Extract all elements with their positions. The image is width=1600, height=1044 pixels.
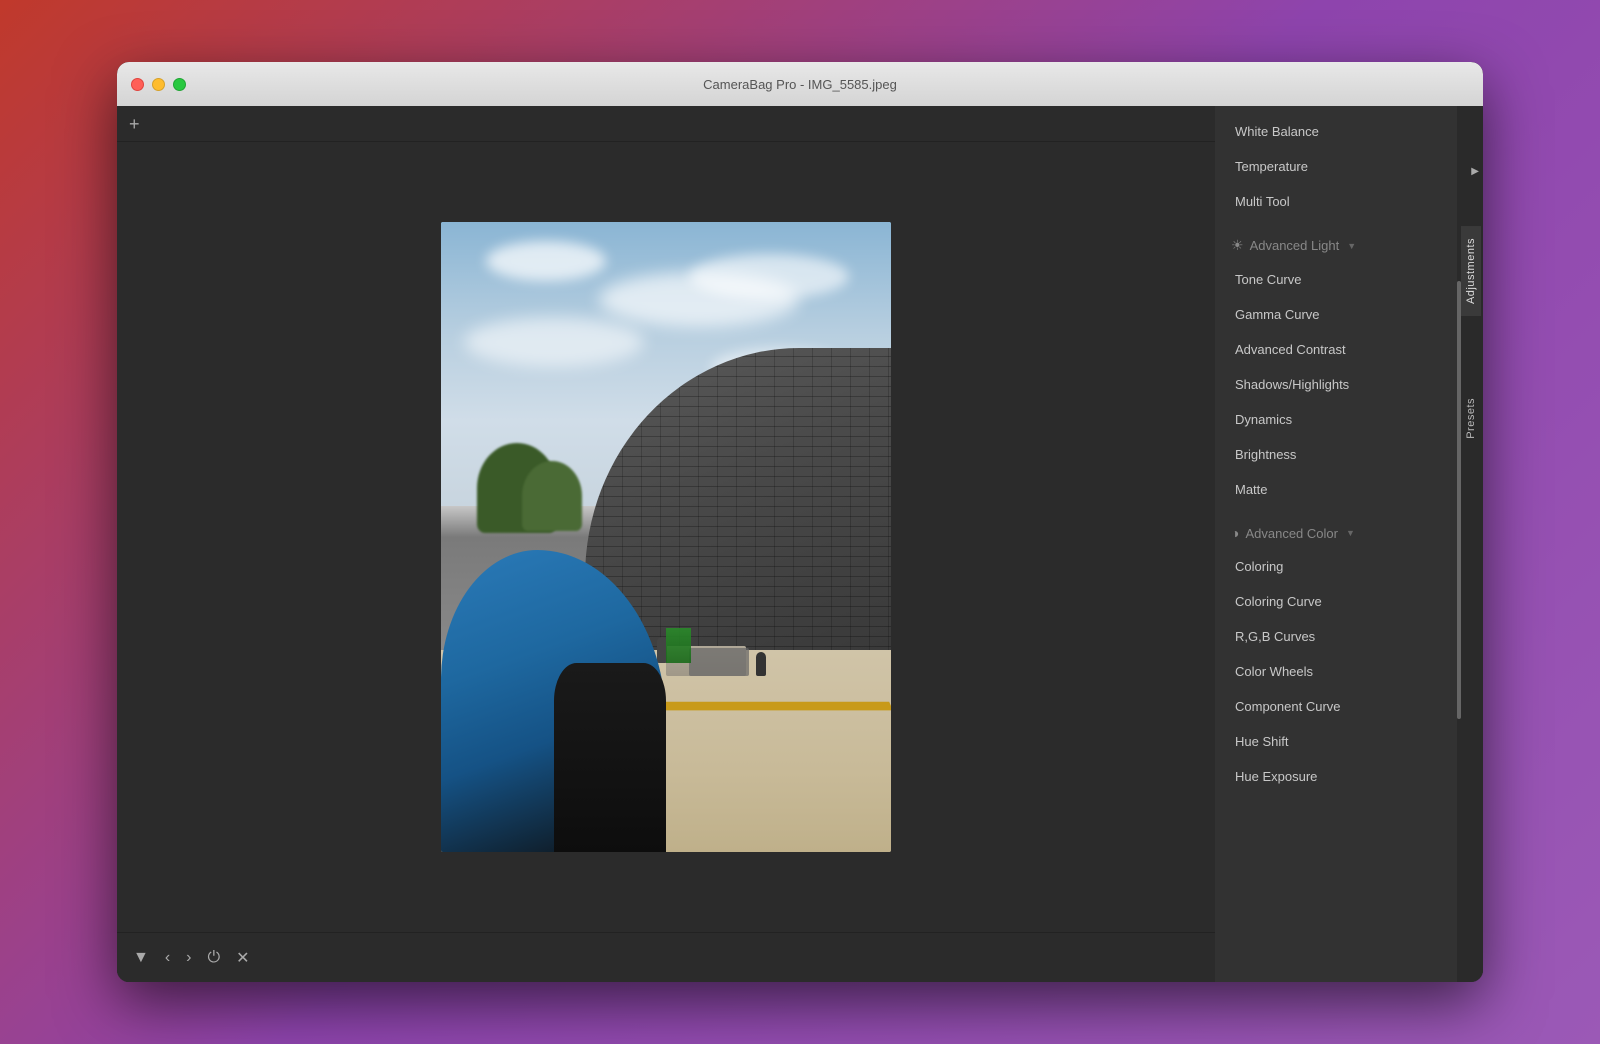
section-header-advanced-color[interactable]: ◑ Advanced Color ▼ <box>1215 513 1461 549</box>
canvas-toolbar-bottom: ▼ ‹ › ⏻ ✕ <box>117 932 1215 982</box>
menu-item-dynamics[interactable]: Dynamics <box>1215 402 1461 437</box>
canvas-area: + <box>117 106 1215 982</box>
main-content: + <box>117 106 1483 982</box>
photo-image <box>441 222 891 852</box>
tab-adjustments[interactable]: Adjustments <box>1461 226 1481 316</box>
menu-item-component-curve[interactable]: Component Curve <box>1215 689 1461 724</box>
backpack <box>554 663 667 852</box>
prev-button[interactable]: ‹ <box>165 949 170 967</box>
color-wheel-icon: ◑ <box>1231 525 1239 541</box>
tree-2 <box>522 461 582 531</box>
canvas-toolbar-top: + <box>117 106 1215 142</box>
next-button[interactable]: › <box>186 949 191 967</box>
menu-item-tone-curve[interactable]: Tone Curve <box>1215 262 1461 297</box>
menu-item-matte[interactable]: Matte <box>1215 472 1461 507</box>
menu-item-brightness[interactable]: Brightness <box>1215 437 1461 472</box>
dropdown-button[interactable]: ▼ <box>133 949 149 967</box>
chevron-down-icon-color: ▼ <box>1346 528 1355 538</box>
traffic-lights <box>131 78 186 91</box>
cloud-3 <box>689 254 849 299</box>
minimize-button[interactable] <box>152 78 165 91</box>
menu-item-shadows-highlights[interactable]: Shadows/Highlights <box>1215 367 1461 402</box>
green-accent <box>666 628 691 663</box>
power-button[interactable]: ⏻ <box>208 949 221 967</box>
close-canvas-button[interactable]: ✕ <box>236 948 249 968</box>
menu-item-advanced-contrast[interactable]: Advanced Contrast <box>1215 332 1461 367</box>
tab-presets[interactable]: Presets <box>1461 386 1481 451</box>
right-panel-tabs: ▶ Adjustments Presets <box>1461 106 1483 982</box>
app-window: CameraBag Pro - IMG_5585.jpeg + <box>117 62 1483 982</box>
section-header-advanced-light[interactable]: ☀ Advanced Light ▼ <box>1215 225 1461 262</box>
menu-item-hue-exposure[interactable]: Hue Exposure <box>1215 759 1461 794</box>
right-panel: White Balance Temperature Multi Tool ☀ A… <box>1215 106 1483 982</box>
menu-item-coloring[interactable]: Coloring <box>1215 549 1461 584</box>
cloud-1 <box>486 241 606 281</box>
menu-item-color-wheels[interactable]: Color Wheels <box>1215 654 1461 689</box>
canvas-view <box>117 142 1215 932</box>
photo-container <box>441 222 891 852</box>
sun-icon: ☀ <box>1231 237 1244 254</box>
menu-item-rgb-curves[interactable]: R,G,B Curves <box>1215 619 1461 654</box>
bikes <box>689 648 749 676</box>
tab-arrow[interactable]: ▶ <box>1471 166 1479 177</box>
cloud-4 <box>464 317 644 367</box>
maximize-button[interactable] <box>173 78 186 91</box>
window-title: CameraBag Pro - IMG_5585.jpeg <box>703 77 897 92</box>
menu-item-temperature[interactable]: Temperature <box>1215 149 1461 184</box>
add-button[interactable]: + <box>129 115 140 133</box>
chevron-down-icon: ▼ <box>1347 241 1356 251</box>
menu-item-white-balance[interactable]: White Balance <box>1215 114 1461 149</box>
titlebar: CameraBag Pro - IMG_5585.jpeg <box>117 62 1483 106</box>
menu-item-gamma-curve[interactable]: Gamma Curve <box>1215 297 1461 332</box>
menu-item-hue-shift[interactable]: Hue Shift <box>1215 724 1461 759</box>
person-3 <box>756 652 766 676</box>
menu-item-coloring-curve[interactable]: Coloring Curve <box>1215 584 1461 619</box>
right-panel-content[interactable]: White Balance Temperature Multi Tool ☀ A… <box>1215 106 1483 982</box>
close-button[interactable] <box>131 78 144 91</box>
menu-item-multi-tool[interactable]: Multi Tool <box>1215 184 1461 219</box>
